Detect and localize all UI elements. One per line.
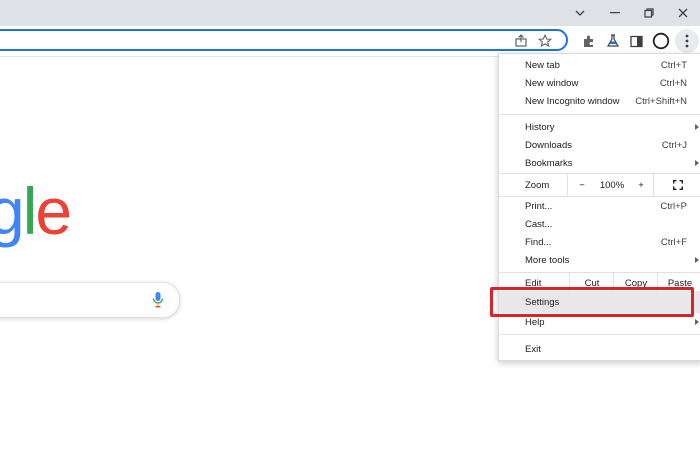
submenu-arrow-icon xyxy=(695,124,699,130)
annotation-highlight-box xyxy=(490,287,694,317)
profile-icon[interactable] xyxy=(650,30,672,52)
menu-item-label: Bookmarks xyxy=(525,157,573,169)
fullscreen-icon[interactable] xyxy=(653,174,700,196)
menu-item-exit[interactable]: Exit xyxy=(499,340,700,358)
menu-item-label: Help xyxy=(525,316,545,328)
menu-item-shortcut: Ctrl+N xyxy=(659,77,687,89)
submenu-arrow-icon xyxy=(695,319,699,325)
menu-item-shortcut: Ctrl+J xyxy=(661,139,687,151)
address-bar[interactable] xyxy=(0,29,568,51)
submenu-arrow-icon xyxy=(695,257,699,263)
microphone-icon[interactable] xyxy=(151,291,165,309)
title-bar xyxy=(0,0,700,26)
side-panel-icon[interactable] xyxy=(625,30,647,52)
menu-separator xyxy=(499,114,700,115)
menu-item-shortcut: Ctrl+F xyxy=(660,236,687,248)
search-box[interactable] xyxy=(0,282,180,318)
menu-item-label: History xyxy=(525,121,555,133)
zoom-row: Zoom − 100% + xyxy=(499,174,700,196)
menu-item-label: Print... xyxy=(525,200,553,212)
menu-item-history[interactable]: History xyxy=(499,118,700,136)
zoom-in-button[interactable]: + xyxy=(629,174,653,196)
chevron-down-icon[interactable] xyxy=(563,0,597,26)
menu-separator xyxy=(499,334,700,335)
menu-item-new-tab[interactable]: New tab Ctrl+T xyxy=(499,56,700,74)
menu-item-downloads[interactable]: Downloads Ctrl+J xyxy=(499,136,700,154)
star-icon[interactable] xyxy=(536,32,554,50)
extensions-icon[interactable] xyxy=(578,30,600,52)
close-icon[interactable] xyxy=(666,0,700,26)
zoom-label: Zoom xyxy=(525,179,550,191)
menu-item-label: Find... xyxy=(525,236,552,248)
menu-item-label: New window xyxy=(525,77,579,89)
menu-item-print[interactable]: Print... Ctrl+P xyxy=(499,197,700,215)
menu-item-cast[interactable]: Cast... xyxy=(499,215,700,233)
menu-item-more-tools[interactable]: More tools xyxy=(499,251,700,269)
logo-letter-g: g xyxy=(0,174,25,248)
more-menu-icon[interactable] xyxy=(675,29,699,53)
logo-letter-l: l xyxy=(22,174,38,248)
menu-item-label: Exit xyxy=(525,343,541,355)
minimize-icon[interactable] xyxy=(598,0,632,26)
zoom-level: 100% xyxy=(599,179,625,191)
menu-item-shortcut: Ctrl+Shift+N xyxy=(635,95,687,107)
restore-icon[interactable] xyxy=(632,0,666,26)
submenu-arrow-icon xyxy=(695,160,699,166)
google-logo: gle xyxy=(0,174,72,248)
menu-item-label: New Incognito window xyxy=(525,95,620,107)
menu-item-find[interactable]: Find... Ctrl+F xyxy=(499,233,700,251)
menu-item-new-window[interactable]: New window Ctrl+N xyxy=(499,74,700,92)
labs-icon[interactable] xyxy=(602,30,624,52)
menu-item-new-incognito-window[interactable]: New Incognito window Ctrl+Shift+N xyxy=(499,92,700,110)
zoom-out-button[interactable]: − xyxy=(567,174,596,196)
menu-item-label: New tab xyxy=(525,59,560,71)
zoom-label-box: Zoom xyxy=(499,174,567,196)
logo-letter-e: e xyxy=(35,174,72,248)
menu-item-label: Cast... xyxy=(525,218,553,230)
share-icon[interactable] xyxy=(512,32,530,50)
menu-item-shortcut: Ctrl+P xyxy=(660,200,687,212)
menu-item-bookmarks[interactable]: Bookmarks xyxy=(499,154,700,172)
menu-item-shortcut: Ctrl+T xyxy=(660,59,687,71)
menu-item-label: More tools xyxy=(525,254,570,266)
menu-item-label: Downloads xyxy=(525,139,572,151)
